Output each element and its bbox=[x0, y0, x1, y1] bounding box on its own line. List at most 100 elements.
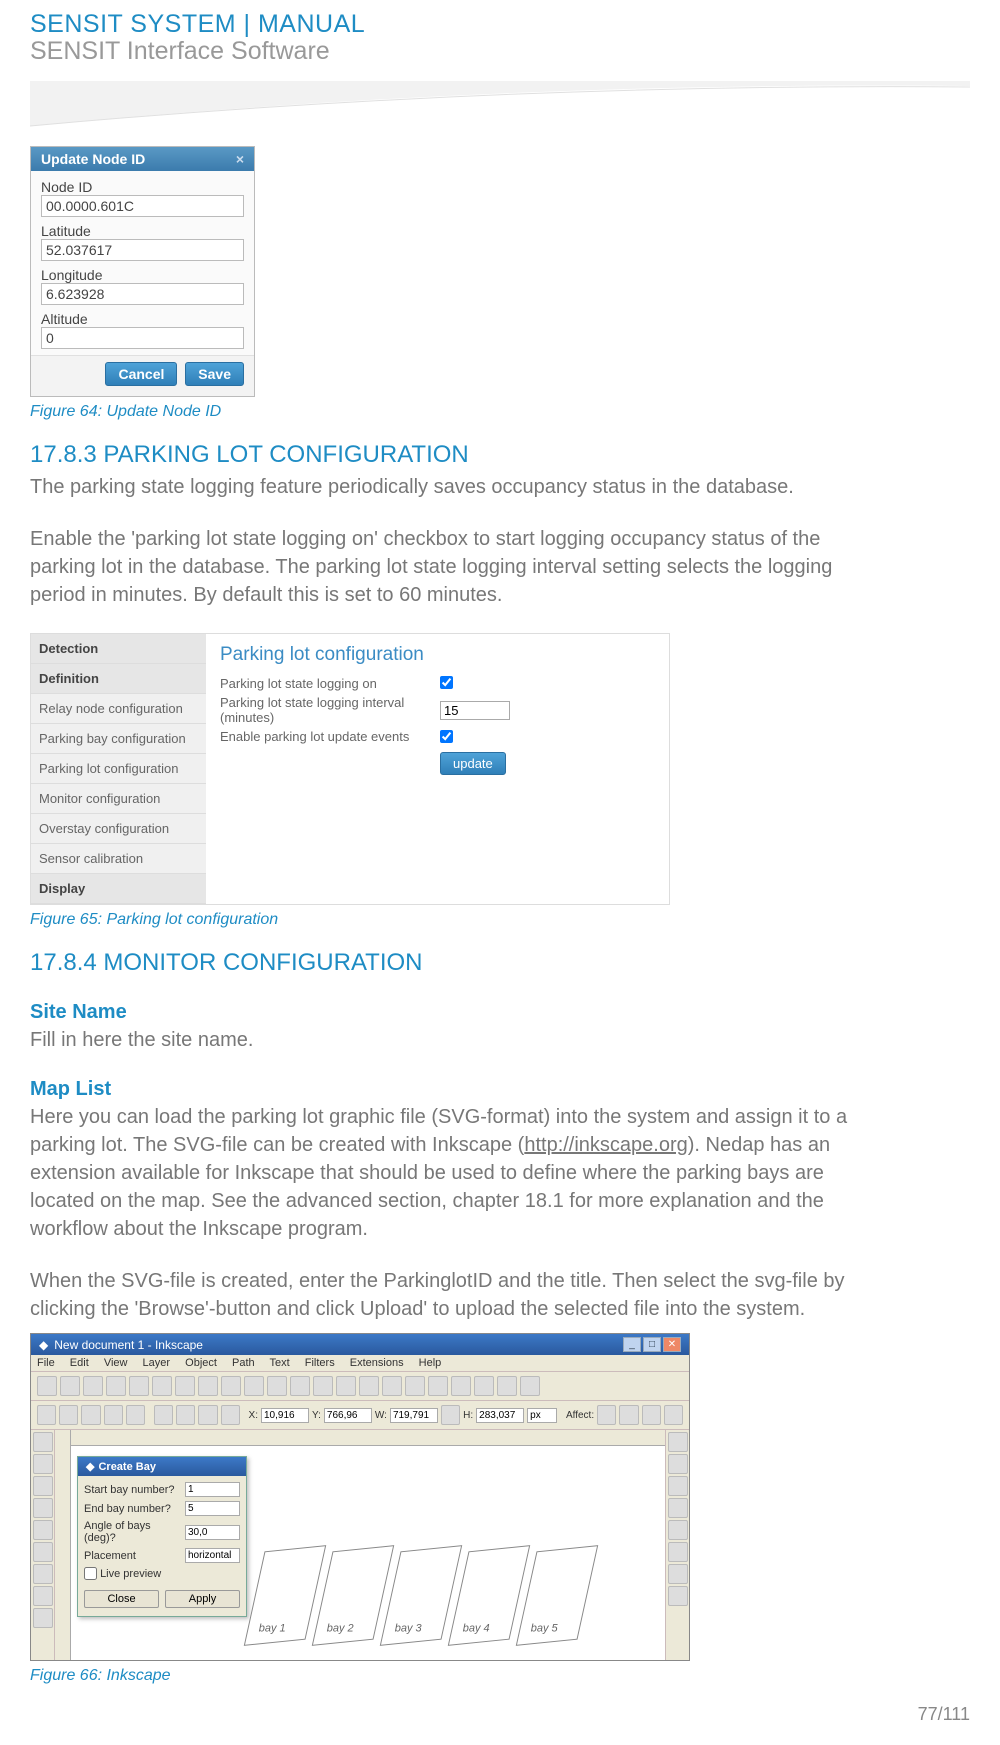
inkscape-canvas[interactable]: ◆Create Bay Start bay number? End bay nu… bbox=[55, 1430, 665, 1660]
toolbar-icon[interactable] bbox=[81, 1405, 100, 1425]
tool-icon[interactable] bbox=[33, 1520, 53, 1540]
menu-object[interactable]: Object bbox=[185, 1357, 217, 1369]
menu-edit[interactable]: Edit bbox=[70, 1357, 89, 1369]
bay-close-button[interactable]: Close bbox=[84, 1590, 159, 1608]
toolbar-icon[interactable] bbox=[244, 1376, 264, 1396]
snap-icon[interactable] bbox=[668, 1432, 688, 1452]
menu-filters[interactable]: Filters bbox=[305, 1357, 335, 1369]
toolbar-icon[interactable] bbox=[37, 1376, 57, 1396]
snap-icon[interactable] bbox=[668, 1476, 688, 1496]
menu-path[interactable]: Path bbox=[232, 1357, 255, 1369]
toolbar-icon[interactable] bbox=[290, 1376, 310, 1396]
snap-icon[interactable] bbox=[668, 1564, 688, 1584]
latitude-field[interactable] bbox=[41, 239, 244, 261]
w-field[interactable] bbox=[390, 1408, 438, 1423]
sidebar-item-overstay[interactable]: Overstay configuration bbox=[31, 814, 206, 844]
y-field[interactable] bbox=[324, 1408, 372, 1423]
nodeid-field[interactable] bbox=[41, 195, 244, 217]
toolbar-icon[interactable] bbox=[152, 1376, 172, 1396]
unit-field[interactable] bbox=[527, 1408, 557, 1423]
sidebar-item-relay[interactable]: Relay node configuration bbox=[31, 694, 206, 724]
toolbar-icon[interactable] bbox=[37, 1405, 56, 1425]
menu-extensions[interactable]: Extensions bbox=[350, 1357, 404, 1369]
bay-shape[interactable]: bay 4 bbox=[448, 1545, 530, 1646]
bay-shape[interactable]: bay 1 bbox=[244, 1545, 326, 1646]
menu-help[interactable]: Help bbox=[419, 1357, 442, 1369]
h-field[interactable] bbox=[476, 1408, 524, 1423]
toolbar-icon[interactable] bbox=[382, 1376, 402, 1396]
toolbar-icon[interactable] bbox=[59, 1405, 78, 1425]
cfg-events-checkbox[interactable] bbox=[440, 730, 453, 743]
toolbar-icon[interactable] bbox=[474, 1376, 494, 1396]
snap-icon[interactable] bbox=[668, 1454, 688, 1474]
start-bay-field[interactable] bbox=[185, 1482, 240, 1497]
tool-icon[interactable] bbox=[33, 1476, 53, 1496]
snap-icon[interactable] bbox=[668, 1542, 688, 1562]
tool-icon[interactable] bbox=[33, 1432, 53, 1452]
menu-view[interactable]: View bbox=[104, 1357, 128, 1369]
toolbar-icon[interactable] bbox=[336, 1376, 356, 1396]
toolbar-icon[interactable] bbox=[198, 1376, 218, 1396]
sidebar-item-bay[interactable]: Parking bay configuration bbox=[31, 724, 206, 754]
toolbar-icon[interactable] bbox=[104, 1405, 123, 1425]
sidebar-item-display[interactable]: Display bbox=[31, 874, 206, 904]
lock-icon[interactable] bbox=[441, 1405, 460, 1425]
toolbar-icon[interactable] bbox=[497, 1376, 517, 1396]
cancel-button[interactable]: Cancel bbox=[105, 362, 177, 386]
bay-apply-button[interactable]: Apply bbox=[165, 1590, 240, 1608]
toolbar-icon[interactable] bbox=[154, 1405, 173, 1425]
toolbar-icon[interactable] bbox=[83, 1376, 103, 1396]
bay-shape[interactable]: bay 2 bbox=[312, 1545, 394, 1646]
tool-icon[interactable] bbox=[33, 1498, 53, 1518]
snap-icon[interactable] bbox=[668, 1520, 688, 1540]
toolbar-icon[interactable] bbox=[664, 1405, 683, 1425]
sidebar-item-lot[interactable]: Parking lot configuration bbox=[31, 754, 206, 784]
toolbar-icon[interactable] bbox=[60, 1376, 80, 1396]
placement-field[interactable] bbox=[185, 1548, 240, 1563]
sidebar-item-calibration[interactable]: Sensor calibration bbox=[31, 844, 206, 874]
toolbar-icon[interactable] bbox=[451, 1376, 471, 1396]
toolbar-icon[interactable] bbox=[176, 1405, 195, 1425]
livepreview-checkbox[interactable] bbox=[84, 1567, 97, 1580]
toolbar-icon[interactable] bbox=[520, 1376, 540, 1396]
maximize-icon[interactable]: □ bbox=[643, 1337, 661, 1352]
save-button[interactable]: Save bbox=[185, 362, 244, 386]
toolbar-icon[interactable] bbox=[597, 1405, 616, 1425]
toolbar-icon[interactable] bbox=[221, 1376, 241, 1396]
menu-file[interactable]: File bbox=[37, 1357, 55, 1369]
toolbar-icon[interactable] bbox=[428, 1376, 448, 1396]
sidebar-item-monitor[interactable]: Monitor configuration bbox=[31, 784, 206, 814]
toolbar-icon[interactable] bbox=[619, 1405, 638, 1425]
toolbar-icon[interactable] bbox=[175, 1376, 195, 1396]
tool-icon[interactable] bbox=[33, 1564, 53, 1584]
close-icon[interactable]: × bbox=[236, 151, 244, 167]
angle-field[interactable] bbox=[185, 1525, 240, 1540]
minimize-icon[interactable]: _ bbox=[623, 1337, 641, 1352]
close-icon[interactable]: ✕ bbox=[663, 1337, 681, 1352]
sidebar-item-detection[interactable]: Detection bbox=[31, 634, 206, 664]
bay-shape[interactable]: bay 5 bbox=[516, 1545, 598, 1646]
tool-icon[interactable] bbox=[33, 1586, 53, 1606]
toolbar-icon[interactable] bbox=[106, 1376, 126, 1396]
menu-text[interactable]: Text bbox=[270, 1357, 290, 1369]
toolbar-icon[interactable] bbox=[642, 1405, 661, 1425]
toolbar-icon[interactable] bbox=[405, 1376, 425, 1396]
cfg-interval-field[interactable] bbox=[440, 701, 510, 720]
tool-icon[interactable] bbox=[33, 1608, 53, 1628]
toolbar-icon[interactable] bbox=[313, 1376, 333, 1396]
x-field[interactable] bbox=[261, 1408, 309, 1423]
altitude-field[interactable] bbox=[41, 327, 244, 349]
toolbar-icon[interactable] bbox=[359, 1376, 379, 1396]
snap-icon[interactable] bbox=[668, 1586, 688, 1606]
tool-icon[interactable] bbox=[33, 1454, 53, 1474]
update-button[interactable]: update bbox=[440, 752, 506, 775]
toolbar-icon[interactable] bbox=[198, 1405, 217, 1425]
menu-layer[interactable]: Layer bbox=[143, 1357, 171, 1369]
longitude-field[interactable] bbox=[41, 283, 244, 305]
toolbar-icon[interactable] bbox=[267, 1376, 287, 1396]
end-bay-field[interactable] bbox=[185, 1501, 240, 1516]
tool-icon[interactable] bbox=[33, 1542, 53, 1562]
toolbar-icon[interactable] bbox=[221, 1405, 240, 1425]
inkscape-link[interactable]: http://inkscape.org bbox=[524, 1134, 687, 1156]
toolbar-icon[interactable] bbox=[129, 1376, 149, 1396]
